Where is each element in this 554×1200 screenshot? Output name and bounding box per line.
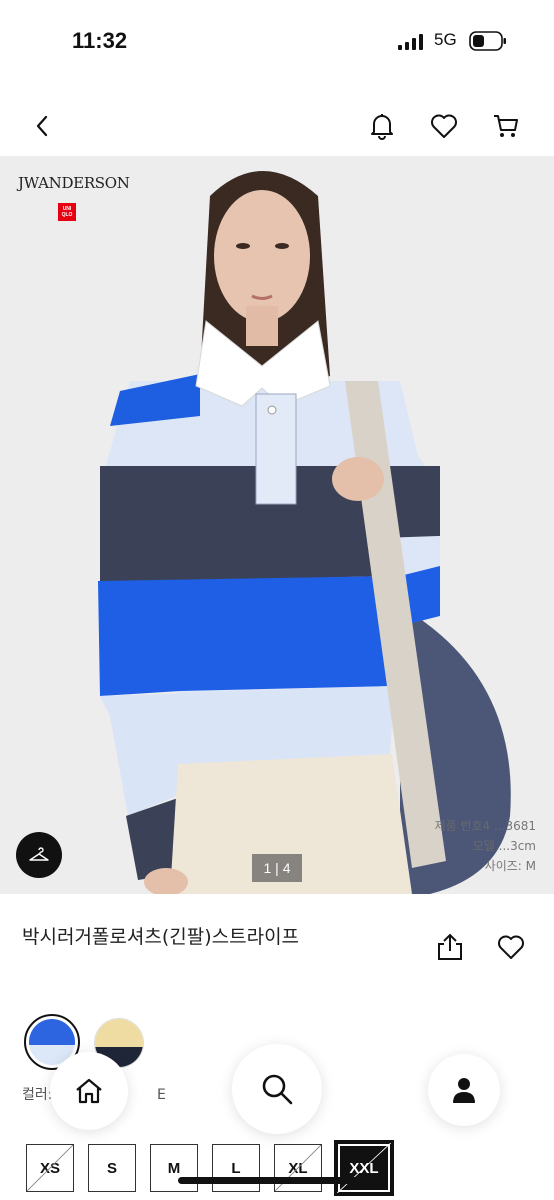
size-label: M: [167, 1159, 181, 1177]
size-xl[interactable]: XL: [274, 1144, 322, 1192]
size-label: S: [106, 1159, 117, 1177]
favorite-icon[interactable]: [497, 934, 525, 960]
size-s[interactable]: S: [88, 1144, 136, 1192]
size-xs[interactable]: XS: [26, 1144, 74, 1192]
status-bar: 11:32 5G: [0, 0, 554, 86]
try-on-button[interactable]: [16, 832, 62, 878]
unavailable-slash: [337, 1143, 391, 1193]
back-icon[interactable]: [26, 110, 58, 142]
model-info: 제품 번호4 ...3681 모델 ...3cm 사이즈: M: [435, 816, 536, 876]
share-icon[interactable]: [436, 932, 464, 962]
brand-logo: JWANDERSON: [18, 174, 130, 192]
status-time: 11:32: [72, 28, 128, 53]
uniqlo-logo: UNI QLO: [58, 203, 76, 221]
cart-icon[interactable]: [490, 110, 522, 142]
search-button[interactable]: [232, 1044, 322, 1134]
product-image-carousel[interactable]: JWANDERSON UNI QLO 제품 번호4 ...3681 모델 ...3…: [0, 156, 554, 894]
size-xxl[interactable]: XXL: [334, 1140, 394, 1196]
model-info-line: 제품 번호4 ...3681: [434, 819, 536, 833]
heart-icon[interactable]: [428, 110, 460, 142]
model-info-line: 모델 ...3cm: [472, 839, 536, 853]
size-l[interactable]: L: [212, 1144, 260, 1192]
top-nav: [0, 100, 554, 152]
model-info-line: 사이즈: M: [484, 859, 536, 873]
home-icon: [76, 1078, 102, 1104]
product-photo: [0, 156, 554, 894]
bell-icon[interactable]: [366, 110, 398, 142]
color-value: E: [156, 1087, 166, 1103]
network-type: 5G: [434, 30, 457, 49]
hanger-icon: [29, 847, 49, 861]
color-label-text: 컬러:: [22, 1087, 53, 1103]
unavailable-slash: [275, 1145, 321, 1191]
product-title: 박시러거폴로셔츠(긴팔)스트라이프: [22, 926, 300, 948]
page-indicator: 1 | 4: [252, 854, 302, 882]
home-indicator: [178, 1177, 378, 1184]
signal-icon: [398, 34, 423, 50]
account-button[interactable]: [428, 1054, 500, 1126]
battery-icon: [469, 31, 506, 51]
size-m[interactable]: M: [150, 1144, 198, 1192]
search-icon: [262, 1074, 293, 1105]
person-icon: [453, 1078, 475, 1103]
home-button[interactable]: [50, 1052, 128, 1130]
size-label: L: [231, 1159, 241, 1177]
unavailable-slash: [27, 1145, 73, 1191]
